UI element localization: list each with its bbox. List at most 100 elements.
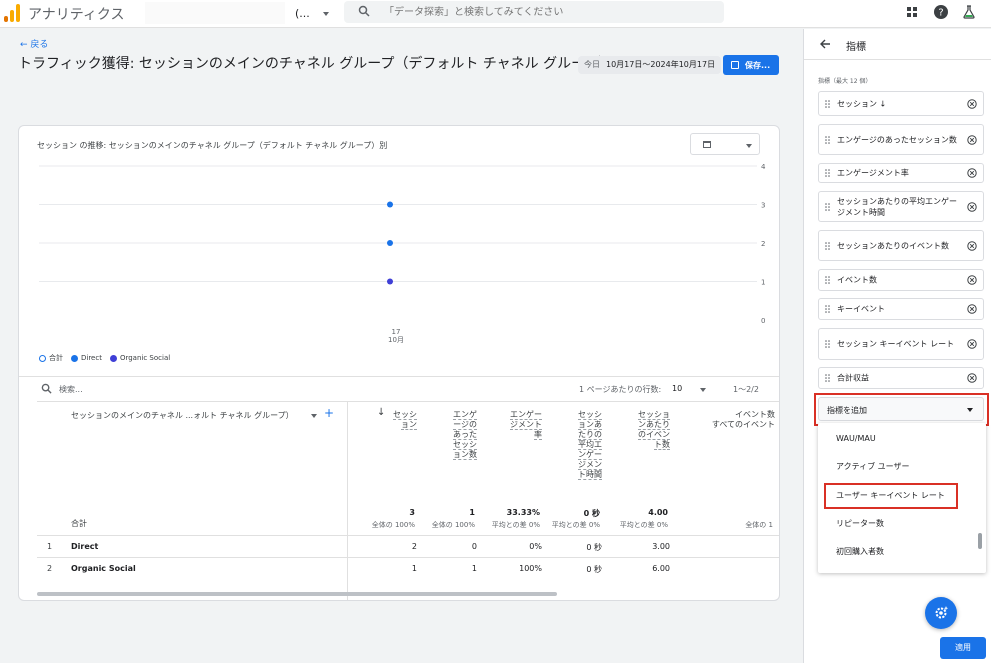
row-metric-value: 2 xyxy=(411,542,417,551)
row-metric-value: 0 秒 xyxy=(586,565,602,574)
panel-subtitle: 指標（最大 12 個） xyxy=(818,78,872,85)
total-subtext: 平均との差 0% xyxy=(491,521,540,529)
metric-header-line: あった xyxy=(453,430,477,440)
metric-chip[interactable]: イベント数 xyxy=(818,269,984,291)
date-today-label: 今日 xyxy=(584,60,600,69)
metric-chip[interactable]: セッションあたりの平均エンゲージメント時間 xyxy=(818,191,984,222)
metric-chip[interactable]: キーイベント xyxy=(818,298,984,320)
search-input[interactable] xyxy=(384,3,714,21)
global-search[interactable] xyxy=(344,1,724,23)
y-tick-label: 4 xyxy=(761,163,766,171)
insights-fab[interactable] xyxy=(925,597,957,629)
metric-header[interactable]: セッシ ョン xyxy=(393,410,417,430)
metric-chip-label: エンゲージのあったセッション数 xyxy=(837,135,957,144)
remove-circle-icon[interactable] xyxy=(967,201,977,212)
date-range-chip[interactable]: 今日 10月17日～2024年10月17日 xyxy=(578,56,722,74)
metric-chip-label: セッションあたりのイベント数 xyxy=(837,241,949,250)
metric-chip[interactable]: セッション ↓ xyxy=(818,91,984,116)
x-tick-label: 17 xyxy=(392,328,401,336)
drag-handle-icon[interactable] xyxy=(825,374,830,382)
drag-handle-icon[interactable] xyxy=(825,340,830,348)
metric-header[interactable]: セッシ ョンあ たりの 平均エ ンゲー ジメン ト時間 xyxy=(578,410,602,480)
metric-chip-label: セッション ↓ xyxy=(837,99,887,108)
drag-handle-icon[interactable] xyxy=(825,202,830,211)
drag-handle-icon[interactable] xyxy=(825,169,830,177)
dropdown-option[interactable]: WAU/MAU xyxy=(836,434,876,443)
metric-header[interactable]: エンゲ ージの あった セッシ ョン数 xyxy=(453,410,477,460)
apps-grid-icon[interactable] xyxy=(904,4,920,20)
drag-handle-icon[interactable] xyxy=(825,99,830,108)
metric-chip[interactable]: セッションあたりのイベント数 xyxy=(818,230,984,261)
remove-circle-icon[interactable] xyxy=(967,240,977,251)
table-row[interactable]: 2 Organic Social 1 1 100% 0 秒 6.00 xyxy=(37,557,779,579)
metric-header-line: ージの xyxy=(453,420,477,430)
top-bar: アナリティクス (... ? xyxy=(0,0,991,28)
metric-header[interactable]: セッショ ンあたり のイベン ト数 xyxy=(638,410,670,450)
y-tick-label: 1 xyxy=(761,279,765,287)
drag-handle-icon[interactable] xyxy=(825,135,830,144)
arrow-back-icon[interactable] xyxy=(818,37,832,51)
remove-circle-icon[interactable] xyxy=(967,168,977,178)
total-subtext: 全体の 100% xyxy=(371,521,415,529)
remove-circle-icon[interactable] xyxy=(967,275,977,285)
remove-circle-icon[interactable] xyxy=(967,98,977,109)
horizontal-scrollbar[interactable] xyxy=(37,592,557,596)
remove-circle-icon[interactable] xyxy=(967,373,977,383)
legend-item[interactable]: Organic Social xyxy=(109,353,171,363)
data-point[interactable] xyxy=(387,278,393,285)
account-selector[interactable]: (... xyxy=(145,2,337,24)
data-point[interactable] xyxy=(387,201,393,208)
flask-icon[interactable] xyxy=(961,4,977,20)
chevron-down-icon[interactable] xyxy=(311,414,317,418)
metric-header[interactable]: イベント数 すべてのイベント xyxy=(712,410,775,430)
help-icon[interactable]: ? xyxy=(933,4,949,20)
chevron-down-icon[interactable] xyxy=(700,388,706,392)
save-button[interactable]: 保存... xyxy=(723,55,779,75)
rows-per-page-select[interactable]: 10 xyxy=(672,384,682,393)
chart-type-selector[interactable] xyxy=(690,133,760,155)
dimension-header[interactable]: セッションのメインのチャネル ...ォルト チャネル グループ） xyxy=(71,410,294,421)
row-metric-value: 0 xyxy=(471,542,477,551)
legend-item[interactable]: Direct xyxy=(71,353,102,363)
metric-chip[interactable]: エンゲージのあったセッション数 xyxy=(818,124,984,155)
drag-handle-icon[interactable] xyxy=(825,305,830,313)
metric-header-line: 平均エ xyxy=(578,440,602,450)
dropdown-option[interactable]: アクティブ ユーザー xyxy=(836,461,910,472)
drag-handle-icon[interactable] xyxy=(825,276,830,284)
metric-chip[interactable]: 合計収益 xyxy=(818,367,984,389)
total-subtext: 平均との差 0% xyxy=(551,521,600,529)
total-label: 合計 xyxy=(71,519,87,528)
metric-header-line: ト数 xyxy=(654,440,670,450)
metric-header-line: 率 xyxy=(534,430,542,440)
add-dimension-icon[interactable]: + xyxy=(324,406,334,420)
table-search-input[interactable]: 検索... xyxy=(59,384,83,395)
table-row[interactable]: 1 Direct 2 0 0% 0 秒 3.00 xyxy=(37,535,779,557)
row-dimension-value[interactable]: Direct xyxy=(71,542,98,551)
metric-header[interactable]: エンゲー ジメント率 xyxy=(510,410,542,440)
legend-label: Organic Social xyxy=(119,354,171,362)
total-subtext: 全体の 1 xyxy=(745,521,773,529)
row-dimension-value[interactable]: Organic Social xyxy=(71,564,136,573)
legend-item[interactable]: 合計 xyxy=(39,353,63,363)
dropdown-option[interactable]: リピーター数 xyxy=(836,518,884,529)
metric-header-line: エンゲ xyxy=(453,410,477,420)
metric-header-line: ンゲー xyxy=(578,450,602,460)
back-link[interactable]: ← 戻る xyxy=(20,37,48,50)
apply-button[interactable]: 適用 xyxy=(940,637,986,659)
data-point[interactable] xyxy=(387,240,393,246)
y-tick-label: 3 xyxy=(761,202,765,210)
dropdown-scrollbar[interactable] xyxy=(978,533,982,549)
dropdown-option[interactable]: 初回購入者数 xyxy=(836,546,884,557)
remove-circle-icon[interactable] xyxy=(967,339,977,349)
sort-desc-icon[interactable]: ↓ xyxy=(377,407,385,418)
drag-handle-icon[interactable] xyxy=(825,241,830,250)
metric-chip[interactable]: エンゲージメント率 xyxy=(818,163,984,183)
total-value: 0 秒 xyxy=(583,509,600,518)
search-icon xyxy=(358,5,370,17)
metric-chip[interactable]: セッション キーイベント レート xyxy=(818,328,984,360)
remove-circle-icon[interactable] xyxy=(967,304,977,314)
analytics-logo-icon[interactable] xyxy=(4,4,20,22)
svg-text:?: ? xyxy=(938,8,943,19)
row-metric-value: 3.00 xyxy=(652,542,670,551)
remove-circle-icon[interactable] xyxy=(967,134,977,145)
